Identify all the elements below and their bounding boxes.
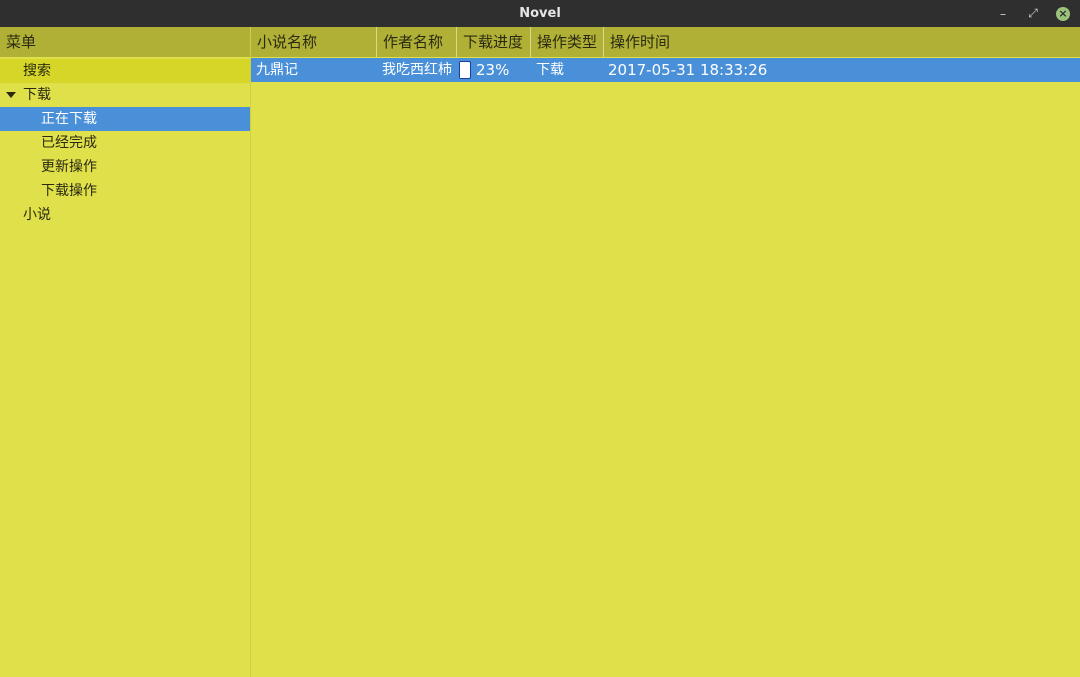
window-title: Novel — [519, 6, 561, 21]
cell-progress-text: 23% — [476, 61, 510, 79]
sidebar-item-downloading[interactable]: 正在下载 — [0, 107, 250, 131]
app-window: Novel – ⤢ × 菜单 搜索 下载 正在下载 已经完成 更新操作 下载操作… — [0, 0, 1080, 677]
sidebar-header: 菜单 — [0, 27, 250, 57]
sidebar-item-completed[interactable]: 已经完成 — [0, 131, 250, 155]
minimize-button[interactable]: – — [991, 0, 1015, 27]
sidebar-tree[interactable]: 菜单 搜索 下载 正在下载 已经完成 更新操作 下载操作 小说 — [0, 27, 251, 677]
sidebar-item-novel[interactable]: 小说 — [0, 203, 250, 227]
progress-fill — [460, 62, 463, 78]
sidebar-item-download-ops[interactable]: 下载操作 — [0, 179, 250, 203]
close-icon: × — [1056, 6, 1070, 21]
cell-op-type: 下载 — [536, 62, 564, 78]
maximize-button[interactable]: ⤢ — [1021, 0, 1045, 27]
column-header-author[interactable]: 作者名称 — [377, 27, 457, 57]
sidebar-item-label: 下载 — [23, 87, 51, 103]
title-bar[interactable]: Novel – ⤢ × — [0, 0, 1080, 27]
maximize-icon: ⤢ — [1028, 6, 1038, 20]
sidebar-item-label: 下载操作 — [41, 183, 97, 199]
progress-bar — [459, 61, 471, 79]
cell-novel-name: 九鼎记 — [256, 62, 298, 78]
table-row[interactable]: 九鼎记 我吃西红柿 23% 下载 2017-05-31 18:33:26 — [251, 58, 1080, 82]
download-table[interactable]: 小说名称 作者名称 下载进度 操作类型 操作时间 九鼎记 我吃西红柿 23% 下… — [251, 27, 1080, 677]
sidebar-item-label: 已经完成 — [41, 135, 97, 151]
cell-op-time: 2017-05-31 18:33:26 — [608, 61, 768, 79]
minimize-icon: – — [1000, 6, 1006, 21]
column-header-progress[interactable]: 下载进度 — [457, 27, 531, 57]
expand-arrow-icon[interactable] — [6, 92, 16, 98]
column-header-novel-name[interactable]: 小说名称 — [251, 27, 377, 57]
close-button[interactable]: × — [1051, 0, 1075, 27]
column-header-op-time[interactable]: 操作时间 — [604, 27, 1080, 57]
cell-author: 我吃西红柿 — [382, 62, 452, 78]
sidebar-item-label: 更新操作 — [41, 159, 97, 175]
sidebar-item-download[interactable]: 下载 — [0, 83, 250, 107]
sidebar-item-label: 小说 — [23, 207, 51, 223]
table-header: 小说名称 作者名称 下载进度 操作类型 操作时间 — [251, 27, 1080, 57]
sidebar-item-label: 搜索 — [23, 63, 51, 79]
sidebar-item-label: 正在下载 — [41, 111, 97, 127]
sidebar-item-search[interactable]: 搜索 — [0, 59, 250, 83]
column-header-op-type[interactable]: 操作类型 — [531, 27, 604, 57]
sidebar-item-update-ops[interactable]: 更新操作 — [0, 155, 250, 179]
